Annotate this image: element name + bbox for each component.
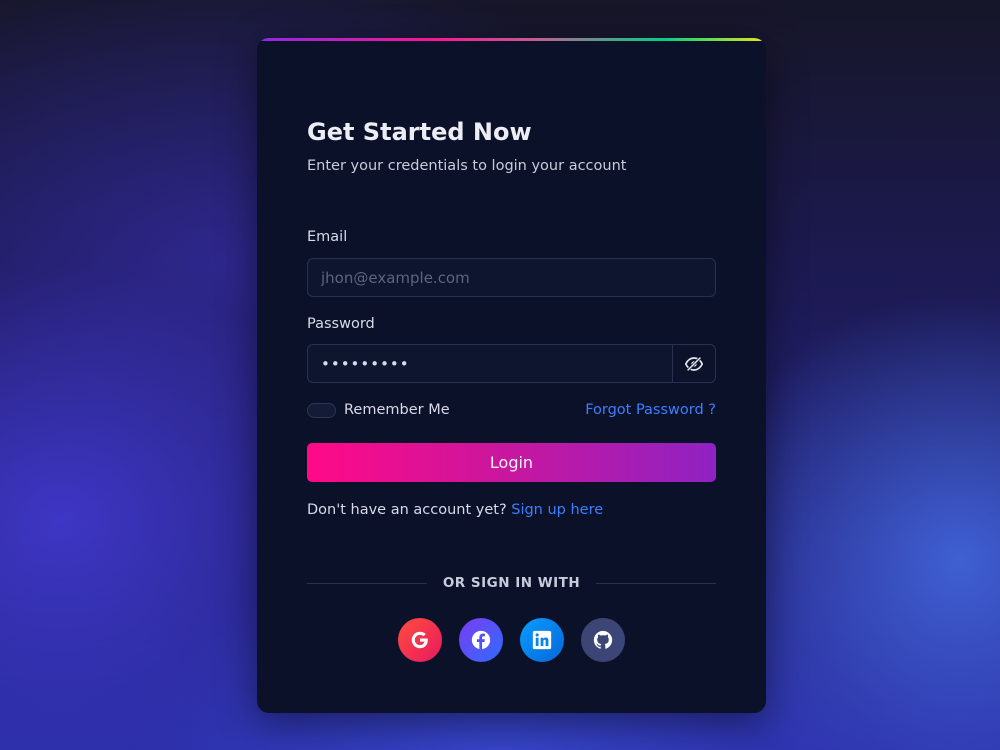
remember-me-label: Remember Me [344, 402, 450, 418]
facebook-icon [471, 630, 491, 650]
google-icon [411, 631, 428, 649]
divider-line-right [596, 582, 716, 584]
social-login-buttons [307, 618, 716, 662]
social-divider: OR SIGN IN WITH [307, 574, 716, 592]
password-field[interactable] [308, 345, 672, 382]
forgot-password-link[interactable]: Forgot Password ? [585, 402, 716, 418]
signup-prompt: Don't have an account yet? [307, 502, 507, 518]
password-label: Password [307, 316, 375, 332]
login-button[interactable]: Login [307, 443, 716, 482]
signup-row: Don't have an account yet? Sign up here [307, 502, 603, 518]
login-card: Get Started Now Enter your credentials t… [257, 38, 766, 713]
email-field[interactable] [308, 259, 715, 296]
toggle-password-visibility-button[interactable] [672, 345, 715, 382]
remember-me-row: Remember Me [307, 402, 450, 418]
password-field-wrapper [307, 344, 716, 383]
signup-link[interactable]: Sign up here [511, 502, 603, 518]
divider-text: OR SIGN IN WITH [442, 575, 581, 591]
facebook-login-button[interactable] [459, 618, 503, 662]
google-login-button[interactable] [398, 618, 442, 662]
remember-me-toggle[interactable] [307, 402, 336, 418]
page-subtitle: Enter your credentials to login your acc… [307, 158, 627, 174]
linkedin-icon [532, 630, 552, 650]
linkedin-login-button[interactable] [520, 618, 564, 662]
email-label: Email [307, 229, 348, 245]
email-field-wrapper [307, 258, 716, 297]
page-title: Get Started Now [307, 118, 532, 146]
divider-line-left [307, 582, 427, 584]
eye-slash-icon [685, 355, 703, 372]
gradient-top-bar [257, 38, 766, 41]
github-login-button[interactable] [581, 618, 625, 662]
github-icon [593, 630, 613, 649]
